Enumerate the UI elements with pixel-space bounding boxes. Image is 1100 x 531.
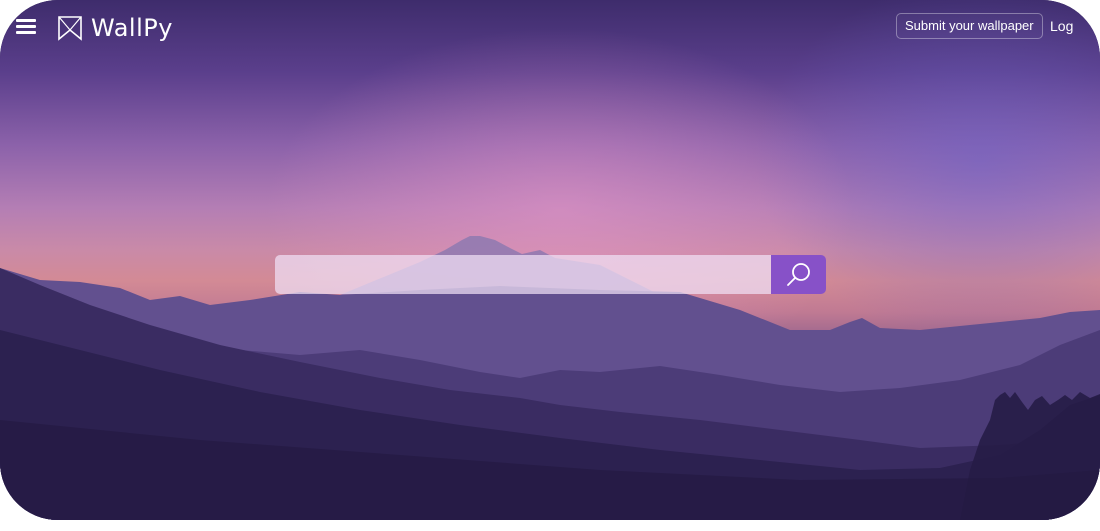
login-link[interactable]: Log — [1050, 18, 1073, 34]
app-name: WallPy — [91, 14, 173, 42]
search-icon — [786, 262, 810, 286]
search-input[interactable] — [275, 255, 771, 294]
logo[interactable]: WallPy — [57, 14, 173, 42]
search-button[interactable] — [771, 255, 826, 294]
bookmark-logo-icon — [58, 16, 82, 41]
hamburger-menu-icon[interactable] — [16, 19, 36, 35]
page-frame: WallPy Submit your wallpaper Log — [0, 0, 1100, 520]
search-bar — [275, 255, 826, 294]
submit-wallpaper-button[interactable]: Submit your wallpaper — [896, 13, 1043, 39]
top-header: WallPy Submit your wallpaper Log — [0, 0, 1100, 56]
